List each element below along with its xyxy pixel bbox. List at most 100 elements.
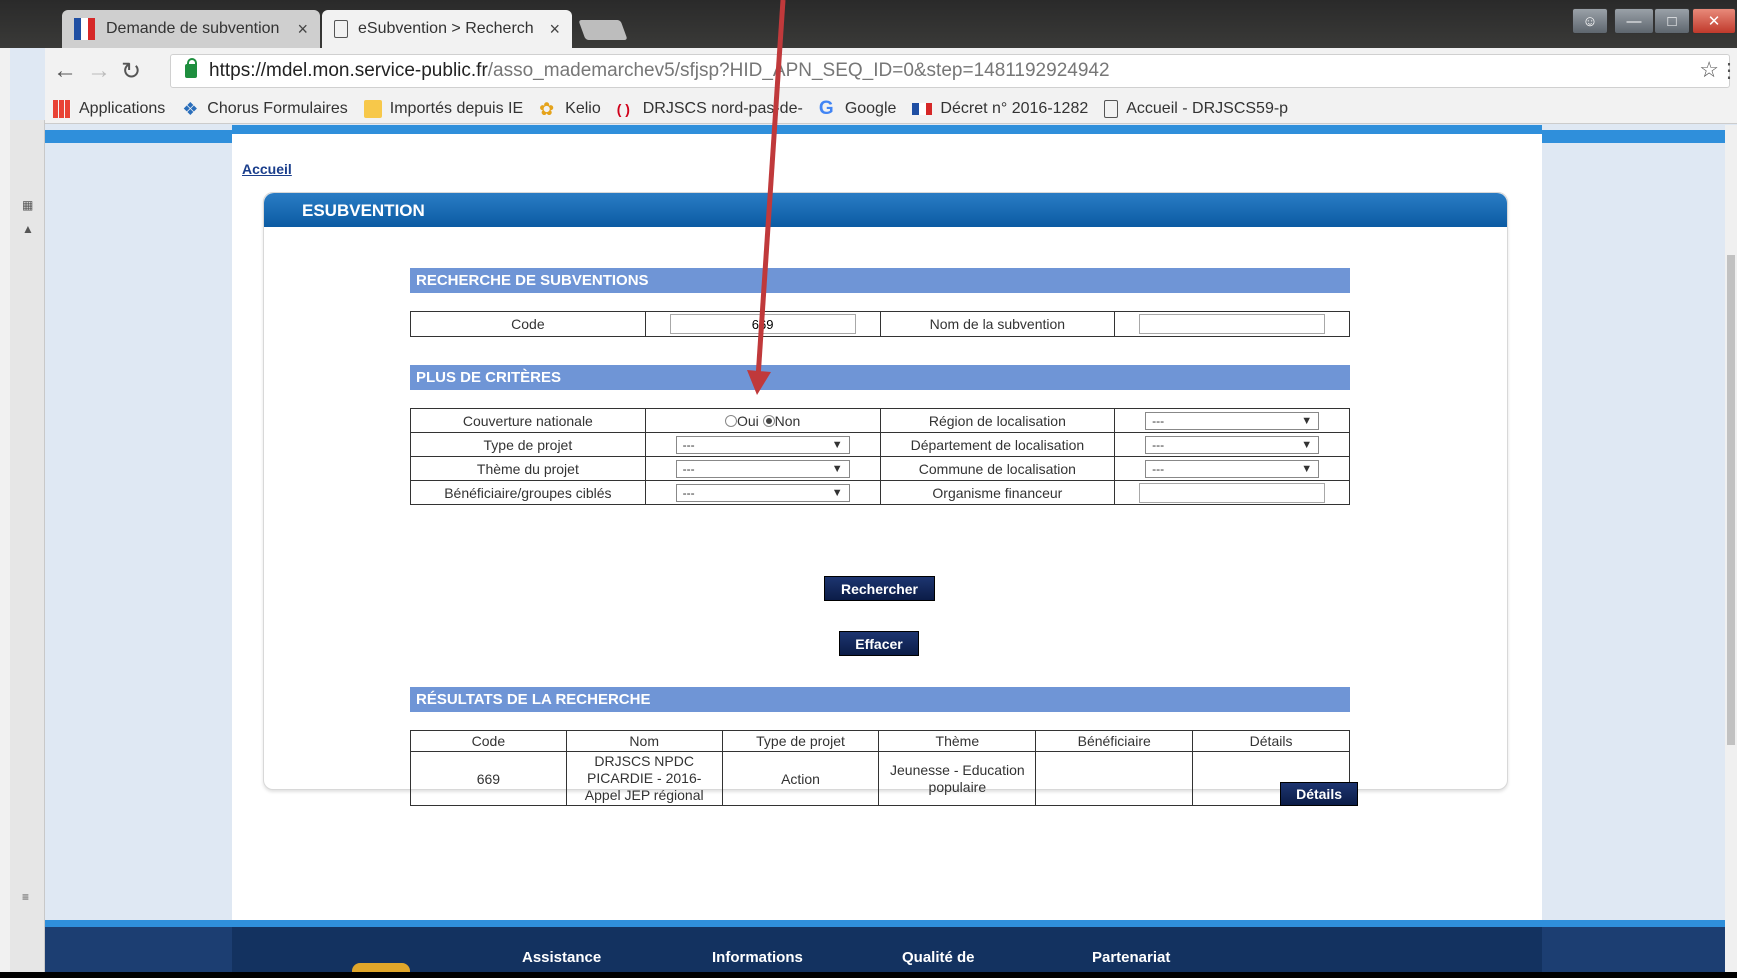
couverture-radio-cell: Oui Non — [644, 408, 881, 433]
close-icon[interactable]: × — [297, 19, 308, 40]
type-projet-select[interactable]: --- ▼ — [675, 435, 850, 454]
dropdown-arrow-icon: ▼ — [1301, 462, 1313, 475]
code-label: Code — [410, 311, 646, 337]
kelio-icon: ✿ — [539, 98, 555, 119]
browser-menu-icon[interactable]: ⋮ — [1719, 58, 1737, 83]
bookmark-accueil-drjscs[interactable]: Accueil - DRJSCS59-p — [1104, 99, 1289, 118]
page-footer: Assistance Informations Qualité de Parte… — [45, 920, 1737, 978]
departement-cell: --- ▼ — [1114, 432, 1350, 457]
new-tab-button[interactable] — [578, 20, 628, 40]
chevron-up-icon[interactable]: ▲ — [22, 222, 34, 236]
region-select[interactable]: --- ▼ — [1145, 411, 1320, 430]
effacer-button[interactable]: Effacer — [839, 631, 919, 656]
organisme-label: Organisme financeur — [879, 480, 1116, 505]
select-value: --- — [682, 437, 695, 452]
tab-esubvention-recherche[interactable]: eSubvention > Recherch × — [322, 10, 572, 48]
page-icon — [1104, 99, 1119, 118]
table-row: 669 DRJSCS NPDC PICARDIE - 2016- Appel J… — [410, 751, 1359, 806]
forward-arrow-icon[interactable]: → — [87, 57, 111, 85]
scrollbar-thumb[interactable] — [1727, 255, 1735, 745]
region-label: Région de localisation — [879, 408, 1116, 433]
cell-nom: DRJSCS NPDC PICARDIE - 2016- Appel JEP r… — [565, 751, 723, 806]
french-flag-icon — [912, 102, 933, 115]
back-arrow-icon[interactable]: ← — [53, 57, 77, 85]
page-scrollbar[interactable] — [1725, 125, 1737, 978]
tab-title: Demande de subvention — [106, 20, 280, 37]
esubvention-panel: ESUBVENTION RECHERCHE DE SUBVENTIONS Cod… — [263, 192, 1508, 806]
beneficiaire-cell: --- ▼ — [644, 480, 881, 505]
footer-link-informations[interactable]: Informations — [712, 949, 803, 966]
bookmarks-bar: Applications ❖ Chorus Formulaires Importé… — [45, 94, 1737, 124]
radio-oui-label: Oui — [736, 412, 759, 429]
folder-icon — [363, 99, 382, 118]
type-projet-label: Type de projet — [410, 432, 646, 457]
left-side-panel: ▦ ▲ ≡ — [10, 120, 45, 978]
section-criteres-title: PLUS DE CRITÈRES — [410, 365, 1350, 390]
reload-icon[interactable]: ↻ — [121, 57, 141, 86]
user-profile-icon[interactable]: ☺ — [1572, 8, 1608, 34]
cell-type: Action — [721, 751, 880, 806]
chorus-icon: ❖ — [182, 98, 199, 119]
office-left-strip — [0, 0, 10, 978]
rechercher-button[interactable]: Rechercher — [824, 576, 935, 601]
bookmark-label: Décret n° 2016-1282 — [940, 99, 1089, 117]
nom-subvention-label: Nom de la subvention — [879, 311, 1116, 337]
radio-oui[interactable] — [724, 414, 737, 427]
lock-icon — [185, 58, 197, 78]
select-value: --- — [682, 461, 695, 476]
cell-beneficiaire — [1035, 751, 1194, 806]
section-resultats-title: RÉSULTATS DE LA RECHERCHE — [410, 687, 1350, 712]
cell-theme: Jeunesse - Education populaire — [878, 751, 1037, 806]
footer-link-partenariat[interactable]: Partenariat — [1092, 949, 1170, 966]
bookmark-label: Importés depuis IE — [389, 99, 524, 117]
bottom-edge — [0, 972, 1737, 978]
bookmark-decret[interactable]: Décret n° 2016-1282 — [912, 100, 1088, 118]
theme-projet-cell: --- ▼ — [644, 456, 881, 481]
screenshot-icon[interactable]: ▦ — [22, 198, 33, 212]
bookmark-label: Accueil - DRJSCS59-p — [1126, 99, 1289, 117]
bookmark-star-icon[interactable]: ☆ — [1699, 57, 1719, 83]
bookmark-label: Kelio — [565, 99, 601, 117]
bookmark-chorus[interactable]: ❖ Chorus Formulaires — [181, 98, 348, 119]
organisme-input[interactable] — [1139, 482, 1326, 503]
couverture-label: Couverture nationale — [410, 408, 646, 433]
screen: Demande de subvention × eSubvention > Re… — [0, 0, 1737, 978]
close-icon[interactable]: × — [549, 19, 560, 40]
departement-select[interactable]: --- ▼ — [1145, 435, 1320, 454]
theme-projet-select[interactable]: --- ▼ — [675, 459, 850, 478]
footer-link-qualite[interactable]: Qualité de — [902, 949, 975, 966]
tab-demande-de-subvention[interactable]: Demande de subvention × — [62, 10, 320, 48]
commune-cell: --- ▼ — [1114, 456, 1350, 481]
bookmark-google[interactable]: G Google — [819, 99, 897, 118]
beneficiaire-select[interactable]: --- ▼ — [675, 483, 850, 502]
nom-subvention-input[interactable] — [1139, 314, 1326, 334]
radio-non[interactable] — [762, 414, 775, 427]
footer-link-assistance[interactable]: Assistance — [522, 949, 601, 966]
bookmark-label: Applications — [79, 99, 166, 117]
details-button[interactable]: Détails — [1280, 781, 1359, 806]
browser-tab-bar: Demande de subvention × eSubvention > Re… — [0, 0, 1737, 48]
cell-details: Détails — [1192, 751, 1359, 806]
select-value: --- — [1152, 413, 1165, 428]
window-close-icon[interactable]: ✕ — [1692, 8, 1736, 34]
resize-handle-icon[interactable]: ≡ — [22, 890, 29, 904]
french-flag-icon — [74, 18, 96, 40]
bookmark-drjscs[interactable]: ( ) DRJSCS nord-pas-de- — [617, 100, 803, 118]
col-theme: Thème — [878, 730, 1037, 752]
tab-title: eSubvention > Recherch — [358, 20, 534, 37]
code-input[interactable] — [669, 314, 856, 334]
browser-toolbar: ← → ↻ https://mdel.mon.service-public.fr… — [45, 48, 1737, 94]
maximize-icon[interactable]: □ — [1654, 8, 1690, 34]
beneficiaire-label: Bénéficiaire/groupes ciblés — [410, 480, 646, 505]
bookmark-applications[interactable]: Applications — [53, 99, 166, 118]
region-cell: --- ▼ — [1114, 408, 1350, 433]
breadcrumb-accueil[interactable]: Accueil — [242, 161, 292, 177]
select-value: --- — [682, 485, 695, 500]
commune-select[interactable]: --- ▼ — [1145, 459, 1320, 478]
address-bar[interactable]: https://mdel.mon.service-public.fr/asso_… — [170, 54, 1730, 88]
minimize-icon[interactable]: — — [1614, 8, 1654, 34]
nom-cell — [1114, 311, 1350, 337]
commune-label: Commune de localisation — [879, 456, 1116, 481]
bookmark-kelio[interactable]: ✿ Kelio — [539, 100, 601, 118]
bookmark-importes-ie[interactable]: Importés depuis IE — [363, 99, 524, 118]
